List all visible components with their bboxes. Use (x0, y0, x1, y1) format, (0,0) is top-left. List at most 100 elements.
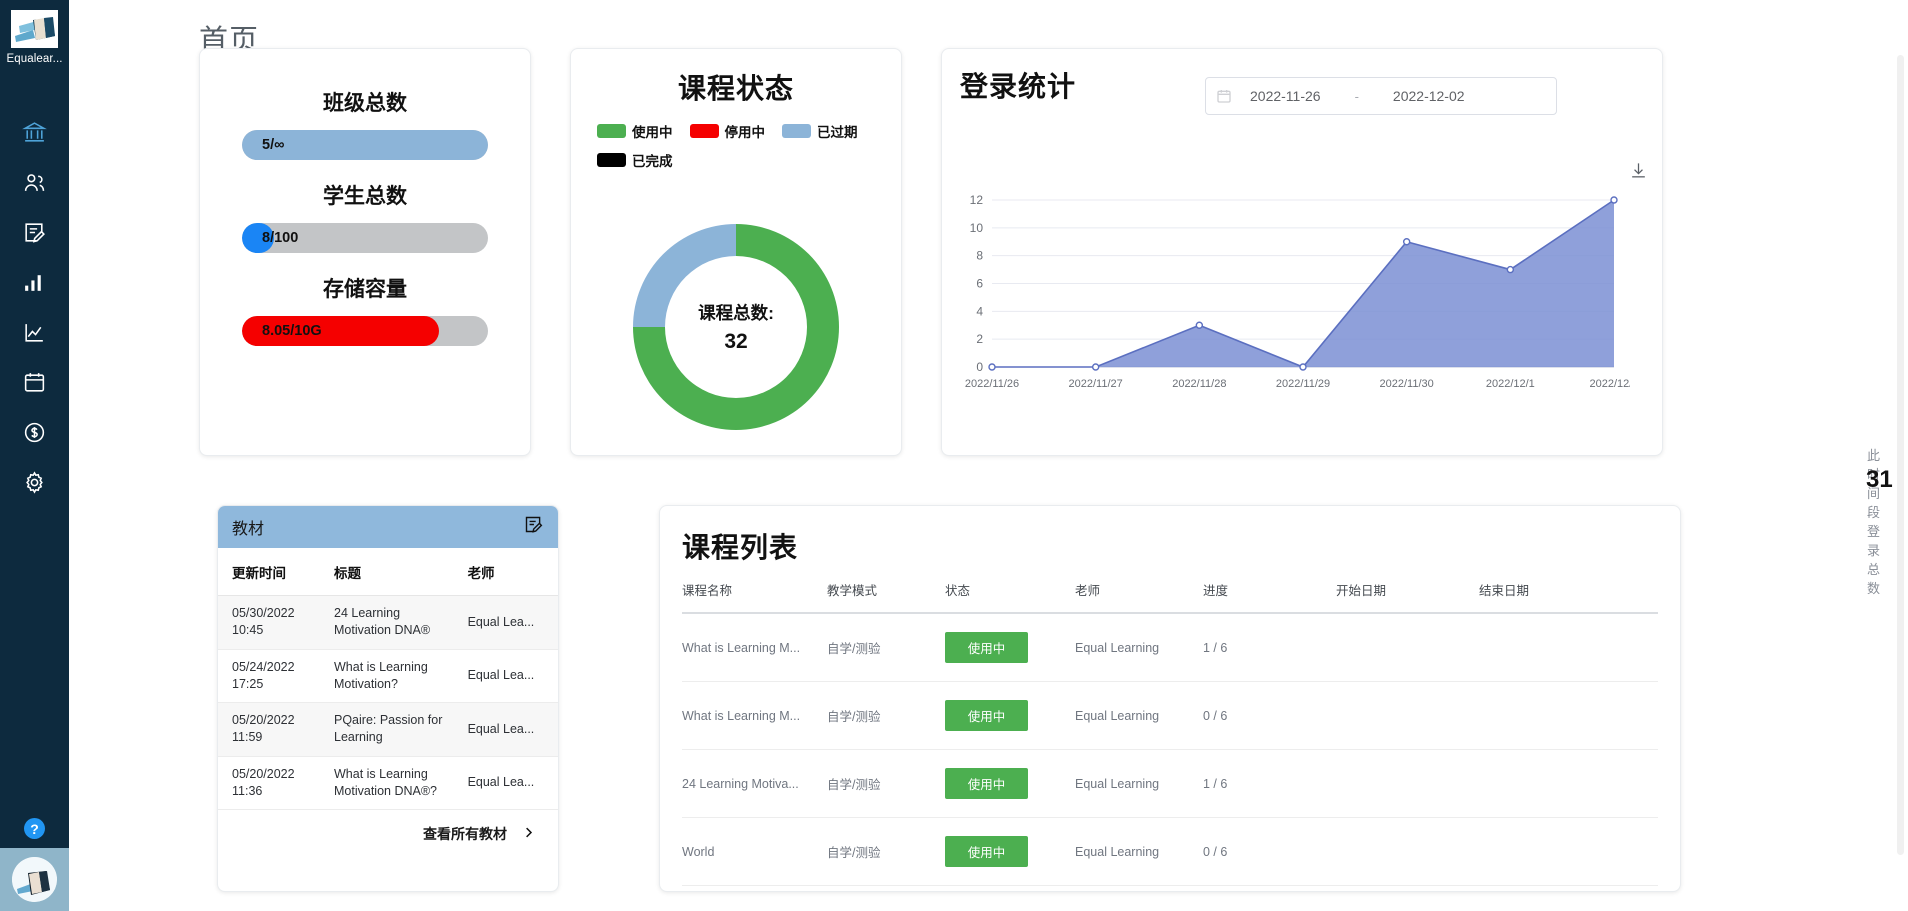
svg-text:4: 4 (976, 304, 983, 318)
course-status-legend: 使用中 停用中 已过期 已完成 (571, 121, 901, 170)
textbook-teacher: Equal Lea... (453, 595, 558, 650)
textbook-title: 24 Learning Motivation DNA® (320, 595, 454, 650)
avatar[interactable] (12, 857, 57, 902)
classes-total-bar: 5/∞ (242, 130, 488, 160)
course-name: 24 Learning Motiva... (682, 749, 827, 818)
course-start-date (1336, 749, 1479, 818)
scrollbar-track[interactable] (1896, 0, 1906, 911)
table-row[interactable]: 05/24/2022 17:25 What is Learning Motivat… (218, 649, 558, 703)
textbook-teacher: Equal Lea... (453, 756, 558, 810)
login-stats-title: 登录统计 (960, 71, 1077, 102)
course-status-cell: 使用中 (945, 749, 1075, 818)
textbook-time: 05/30/2022 10:45 (218, 595, 320, 650)
sidebar: Equalear... ? (0, 0, 69, 911)
legend-item-active: 使用中 (597, 121, 673, 141)
help-button-wrap: ? (0, 818, 69, 839)
status-badge[interactable]: 使用中 (945, 632, 1028, 663)
table-row[interactable]: What is Learning M... 自学/测验 使用中 Equal Learn… (682, 681, 1658, 750)
course-name: Family Handbook D... (682, 886, 827, 892)
textbook-title: What is Learning Motivation? (320, 649, 454, 703)
course-status-card: 课程状态 使用中 停用中 已过期 已完成 课程总数: 32 (570, 48, 902, 456)
legend-item-disabled: 停用中 (689, 121, 766, 141)
edit-icon[interactable] (523, 514, 544, 540)
legend-item-completed: 已完成 (597, 150, 673, 170)
courses-title: 课程列表 (682, 532, 799, 563)
courses-col-end: 结束日期 (1479, 580, 1658, 614)
svg-text:8: 8 (976, 249, 983, 263)
textbook-title: What is Learning Motivation DNA®? (320, 756, 454, 810)
storage-total-value: 8.05/10G (262, 323, 322, 339)
course-progress: 0 / 6 (1203, 886, 1336, 892)
courses-panel: 课程列表 课程名称 教学模式 状态 老师 进度 开始日期 结束日期 What i… (659, 505, 1681, 892)
students-total-bar: 8/100 (242, 223, 488, 253)
scrollbar-thumb[interactable] (1897, 55, 1904, 855)
textbooks-header-row: 更新时间 标题 老师 (218, 548, 558, 596)
date-end-value[interactable]: 2022-12-02 (1393, 88, 1465, 104)
status-badge[interactable]: 使用中 (945, 700, 1028, 731)
courses-col-mode: 教学模式 (827, 580, 945, 614)
course-progress: 0 / 6 (1203, 681, 1336, 750)
course-status-title: 课程状态 (677, 73, 794, 104)
course-progress: 1 / 6 (1203, 613, 1336, 682)
download-icon[interactable] (1629, 161, 1648, 185)
course-start-date (1336, 886, 1479, 892)
legend-swatch-active (597, 124, 626, 138)
date-start-value[interactable]: 2022-11-26 (1250, 88, 1321, 104)
svg-text:12: 12 (970, 194, 984, 207)
svg-text:10: 10 (970, 221, 984, 235)
view-all-textbooks-button[interactable]: 查看所有教材 (218, 810, 558, 844)
course-end-date (1479, 613, 1658, 682)
edit-document-icon (25, 222, 45, 243)
svg-text:2022/11/27: 2022/11/27 (1069, 378, 1123, 390)
textbook-teacher: Equal Lea... (453, 649, 558, 703)
sidebar-item-analytics[interactable] (0, 307, 69, 357)
textbook-time: 05/20/2022 11:36 (218, 756, 320, 810)
textbooks-col-title: 标题 (320, 548, 454, 596)
course-end-date (1479, 886, 1658, 892)
help-icon[interactable]: ? (24, 818, 45, 839)
app-name: Equalear... (6, 53, 63, 65)
textbooks-table: 更新时间 标题 老师 05/30/2022 10:45 24 Learning M… (218, 548, 558, 810)
course-end-date (1479, 749, 1658, 818)
course-mode: 自学/测验 (827, 817, 945, 886)
legend-label-disabled: 停用中 (724, 125, 766, 140)
textbooks-header: 教材 (218, 506, 558, 548)
table-row[interactable]: Family Handbook D...自学/测验使用中Equal Learni… (682, 886, 1658, 892)
legend-swatch-disabled (689, 124, 719, 138)
classes-total-value: 5/∞ (262, 137, 285, 153)
table-row[interactable]: 24 Learning Motiva... 自学/测验 使用中 Equal Learn… (682, 749, 1658, 818)
legend-label-completed: 已完成 (632, 154, 673, 169)
table-row[interactable]: What is Learning M... 自学/测验 使用中 Equal Learn… (682, 613, 1658, 682)
course-mode: 自学/测验 (827, 886, 945, 892)
courses-body: What is Learning M... 自学/测验 使用中 Equal Learn… (682, 613, 1658, 892)
sidebar-item-settings[interactable] (0, 457, 69, 507)
table-row[interactable]: 05/30/2022 10:45 24 Learning Motivation D… (218, 595, 558, 650)
date-range-picker[interactable]: 2022-11-26 - 2022-12-02 (1205, 77, 1557, 115)
sidebar-item-calendar[interactable] (0, 357, 69, 407)
sidebar-item-statistics[interactable] (0, 257, 69, 307)
sidebar-footer (0, 848, 69, 911)
table-row[interactable]: 05/20/2022 11:36 What is Learning Motivat… (218, 756, 558, 810)
sidebar-nav (0, 107, 69, 507)
app-logo[interactable] (11, 10, 58, 48)
table-row[interactable]: World 自学/测验 使用中 Equal Learning 0 / 6 (682, 817, 1658, 886)
legend-item-expired: 已过期 (782, 121, 858, 141)
dollar-circle-icon (24, 422, 45, 442)
sidebar-item-users[interactable] (0, 157, 69, 207)
main-content: 首页 班级总数 5/∞ 学生总数 8/100 存储容量 8.05/10G 课程状… (69, 0, 1908, 911)
status-badge[interactable]: 使用中 (945, 836, 1028, 867)
course-status-cell: 使用中 (945, 817, 1075, 886)
course-teacher: Equal Learning (1075, 681, 1203, 750)
sidebar-item-institution[interactable] (0, 107, 69, 157)
sidebar-item-assignments[interactable] (0, 207, 69, 257)
course-progress: 0 / 6 (1203, 817, 1336, 886)
legend-swatch-completed (597, 153, 626, 167)
top-cards-row: 班级总数 5/∞ 学生总数 8/100 存储容量 8.05/10G 课程状态 使… (199, 48, 1893, 596)
table-row[interactable]: 05/20/2022 11:59 PQaire: Passion for Lear… (218, 702, 558, 757)
status-badge[interactable]: 使用中 (945, 768, 1028, 799)
courses-col-progress: 进度 (1203, 580, 1336, 614)
textbooks-panel: 教材 更新时间 标题 老师 05/30/2022 10:45 24 Learni… (217, 505, 559, 892)
course-start-date (1336, 613, 1479, 682)
login-stats-card: 登录统计 2022-11-26 - 2022-12-02 0 2 4 6 8 1… (941, 48, 1893, 596)
sidebar-item-billing[interactable] (0, 407, 69, 457)
